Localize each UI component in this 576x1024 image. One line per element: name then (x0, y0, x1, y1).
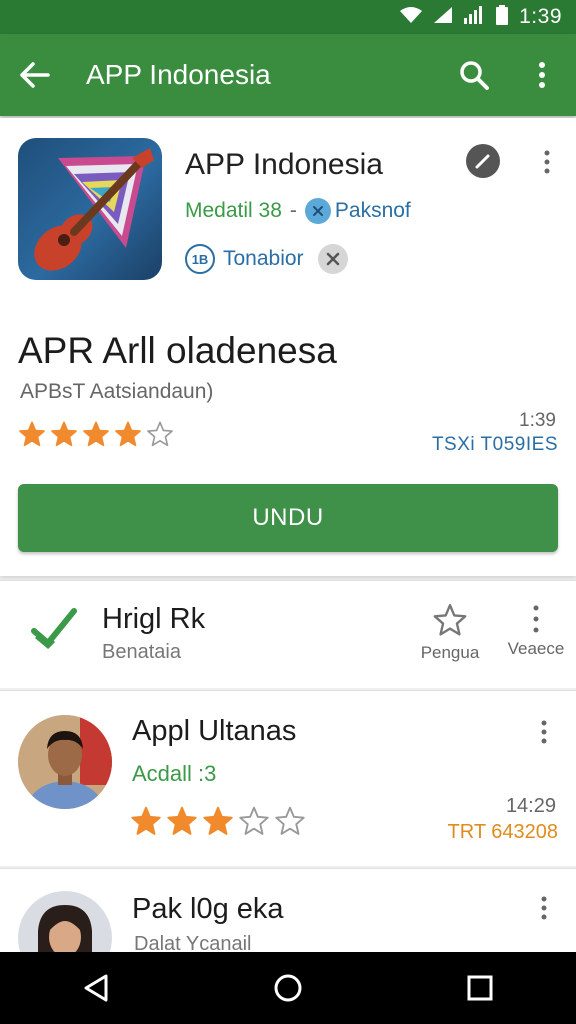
app-bar: APP Indonesia (0, 34, 576, 116)
navigation-bar (0, 952, 576, 1024)
edit-button[interactable] (466, 144, 500, 178)
rating-stars (18, 420, 174, 453)
screen: 1:39 APP Indonesia APP Indonesia Medatil… (0, 0, 576, 1024)
list-item[interactable]: Appl Ultanas Acdall :3 14:29 TRT 643208 (0, 690, 576, 866)
star-filled-icon (18, 420, 46, 453)
rating-stars (130, 805, 306, 842)
row-code: TRT 643208 (447, 821, 558, 843)
wifi-icon (399, 6, 423, 29)
circle-home-icon (274, 974, 302, 1002)
more-button[interactable] (534, 717, 554, 747)
row-title: Pak l0g eka (132, 893, 284, 925)
app-bar-title: APP Indonesia (86, 59, 271, 90)
status-bar: 1:39 (0, 0, 576, 34)
app-detail-card: APP Indonesia Medatil 38 - Paksnof 1B To… (0, 118, 576, 576)
status-clock: 1:39 (519, 5, 562, 28)
star-outline-icon (433, 604, 467, 636)
more-button[interactable] (534, 893, 554, 923)
overflow-menu-button[interactable] (508, 34, 576, 116)
star-filled-icon (82, 420, 110, 453)
star-filled-icon (202, 805, 234, 842)
star-outline-icon (274, 805, 306, 842)
star-filled-icon (114, 420, 142, 453)
battery-icon (495, 4, 509, 30)
back-button[interactable] (0, 34, 70, 116)
app-code: TSXi T059IES (431, 434, 558, 455)
nav-back-button[interactable] (56, 952, 136, 1024)
app-headline: APR Arll oladenesa (18, 330, 337, 371)
close-icon (326, 252, 339, 266)
meta-green-text: Medatil 38 (185, 199, 282, 222)
star-outline-icon (146, 420, 174, 453)
row-time: 14:29 (505, 795, 556, 817)
row-subtitle: Benataia (102, 641, 181, 663)
more-vert-icon (544, 150, 550, 174)
more-label: Veaece (507, 639, 565, 658)
favorite-label: Pengua (420, 643, 480, 662)
remove-chip-button[interactable] (317, 244, 348, 274)
row-title: Appl Ultanas (132, 715, 297, 747)
badge-label: Tonabior (223, 247, 304, 270)
nav-recents-button[interactable] (440, 952, 520, 1024)
list-item[interactable]: Hrigl Rk Benataia Pengua Veaece (0, 580, 576, 688)
row-title: Hrigl Rk (102, 603, 206, 635)
app-subline: APBsT Aatsiandaun) (20, 380, 214, 403)
nav-home-button[interactable] (248, 952, 328, 1024)
arrow-left-icon (20, 62, 50, 88)
more-vert-icon (539, 62, 545, 88)
close-circle-icon (304, 198, 331, 224)
card-overflow-button[interactable] (536, 146, 558, 178)
edit-icon (475, 154, 490, 169)
square-recents-icon (467, 975, 493, 1001)
avatar (18, 715, 112, 809)
app-time: 1:39 (519, 410, 556, 431)
badge-icon: 1B (185, 244, 215, 274)
favorite-button[interactable]: Pengua (412, 603, 488, 663)
signal-bars-icon (463, 5, 485, 29)
more-vert-icon (541, 720, 547, 744)
search-button[interactable] (440, 34, 508, 116)
badge-row: 1B Tonabior (185, 244, 348, 274)
more-button[interactable]: Veaece (506, 605, 566, 659)
more-vert-icon (533, 605, 539, 633)
check-icon (30, 607, 78, 654)
row-status: Acdall :3 (132, 761, 217, 786)
install-button[interactable]: UNDU (18, 484, 558, 552)
star-filled-icon (130, 805, 162, 842)
triangle-back-icon (84, 974, 108, 1002)
meta-row: Medatil 38 - Paksnof (185, 198, 411, 224)
star-outline-icon (238, 805, 270, 842)
meta-separator: - (289, 199, 297, 222)
list-item[interactable]: Pak l0g eka Dalat Ycanail (0, 868, 576, 985)
star-filled-icon (166, 805, 198, 842)
app-name: APP Indonesia (185, 148, 383, 181)
app-logo-icon (18, 138, 162, 280)
star-filled-icon (50, 420, 78, 453)
search-icon (460, 61, 489, 90)
signal-icon (433, 6, 453, 29)
more-vert-icon (541, 896, 547, 920)
meta-blue-text: Paksnof (334, 199, 411, 222)
